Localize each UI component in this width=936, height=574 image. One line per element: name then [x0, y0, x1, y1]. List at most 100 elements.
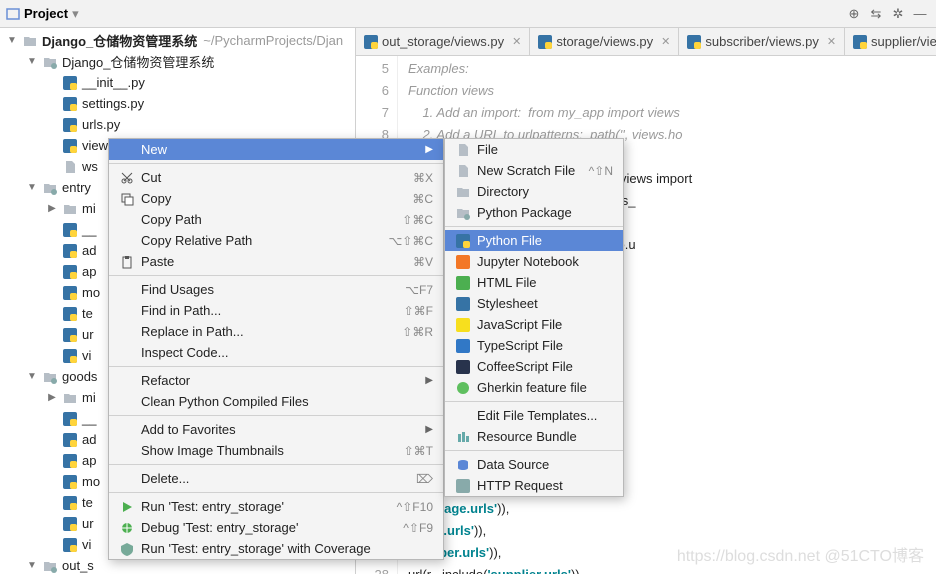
blank-icon — [119, 345, 135, 361]
menu-item[interactable]: Python File — [445, 230, 623, 251]
tree-row[interactable]: ▼ Django_仓储物资管理系统 ~/PycharmProjects/Djan — [0, 30, 355, 51]
hide-icon[interactable]: — — [910, 4, 930, 24]
expander-icon[interactable]: ▼ — [26, 560, 38, 571]
py-icon — [62, 285, 78, 301]
editor-tab[interactable]: storage/views.py ✕ — [530, 28, 679, 55]
context-menu[interactable]: New ▶ Cut ⌘X Copy ⌘C Copy Path ⇧⌘C Copy … — [108, 138, 444, 560]
tree-label: entry — [62, 180, 91, 195]
py-icon — [62, 222, 78, 238]
dir-icon — [455, 184, 471, 200]
python-icon — [853, 35, 867, 49]
menu-item[interactable]: Clean Python Compiled Files — [109, 391, 443, 412]
menu-item[interactable]: HTTP Request — [445, 475, 623, 496]
expander-icon[interactable]: ▶ — [46, 203, 58, 214]
expander-icon[interactable]: ▼ — [26, 56, 38, 67]
db-icon — [455, 457, 471, 473]
blank-icon — [119, 471, 135, 487]
menu-item[interactable]: Add to Favorites ▶ — [109, 419, 443, 440]
menu-item[interactable]: Python Package — [445, 202, 623, 223]
menu-item[interactable]: Copy Relative Path ⌥⇧⌘C — [109, 230, 443, 251]
menu-item[interactable]: TypeScript File — [445, 335, 623, 356]
menu-item[interactable]: CoffeeScript File — [445, 356, 623, 377]
submenu-icon: ▶ — [425, 375, 433, 386]
py-icon — [62, 264, 78, 280]
blank-icon — [119, 443, 135, 459]
gear-icon[interactable]: ✲ — [888, 4, 908, 24]
menu-item[interactable]: Delete... ⌦ — [109, 468, 443, 489]
tree-label: ap — [82, 264, 96, 279]
menu-item[interactable]: Gherkin feature file — [445, 377, 623, 398]
menu-label: JavaScript File — [477, 317, 613, 332]
menu-item[interactable]: Resource Bundle — [445, 426, 623, 447]
menu-item[interactable]: Refactor ▶ — [109, 370, 443, 391]
tree-label: ad — [82, 432, 96, 447]
menu-item[interactable]: Run 'Test: entry_storage' ^⇧F10 — [109, 496, 443, 517]
tree-row[interactable]: settings.py — [0, 93, 355, 114]
blank-icon — [119, 212, 135, 228]
menu-item[interactable]: HTML File — [445, 272, 623, 293]
py-icon — [62, 75, 78, 91]
shortcut: ⇧⌘R — [402, 325, 433, 339]
menu-item[interactable]: Run 'Test: entry_storage' with Coverage — [109, 538, 443, 559]
py-icon — [62, 495, 78, 511]
menu-item[interactable]: Data Source — [445, 454, 623, 475]
separator — [109, 163, 443, 164]
tree-row[interactable]: ▼ Django_仓储物资管理系统 — [0, 51, 355, 72]
jup-icon — [455, 254, 471, 270]
pkg-icon — [42, 369, 58, 385]
separator — [109, 275, 443, 276]
editor-tab[interactable]: supplier/views.py ✕ — [845, 28, 936, 55]
close-icon[interactable]: ✕ — [661, 35, 670, 48]
menu-item[interactable]: New Scratch File ^⇧N — [445, 160, 623, 181]
menu-item[interactable]: Paste ⌘V — [109, 251, 443, 272]
shortcut: ^⇧F10 — [397, 500, 433, 514]
close-icon[interactable]: ✕ — [827, 35, 836, 48]
tree-label: mo — [82, 285, 100, 300]
shortcut: ⌘X — [413, 171, 433, 185]
tree-label: goods — [62, 369, 97, 384]
file-icon — [62, 159, 78, 175]
menu-item[interactable]: Directory — [445, 181, 623, 202]
tree-row[interactable]: urls.py — [0, 114, 355, 135]
menu-item[interactable]: Cut ⌘X — [109, 167, 443, 188]
menu-label: Show Image Thumbnails — [141, 443, 404, 458]
tree-label: te — [82, 495, 93, 510]
menu-label: Clean Python Compiled Files — [141, 394, 433, 409]
expander-icon[interactable]: ▼ — [26, 182, 38, 193]
menu-item[interactable]: Stylesheet — [445, 293, 623, 314]
separator — [109, 415, 443, 416]
menu-item[interactable]: Show Image Thumbnails ⇧⌘T — [109, 440, 443, 461]
dropdown-icon[interactable]: ▾ — [72, 6, 79, 22]
file-icon — [455, 142, 471, 158]
menu-item[interactable]: Find in Path... ⇧⌘F — [109, 300, 443, 321]
collapse-icon[interactable]: ⇆ — [866, 4, 886, 24]
tree-label: out_s — [62, 558, 94, 573]
menu-item[interactable]: Inspect Code... — [109, 342, 443, 363]
menu-item[interactable]: Find Usages ⌥F7 — [109, 279, 443, 300]
tree-label: urls.py — [82, 117, 120, 132]
menu-item[interactable]: Jupyter Notebook — [445, 251, 623, 272]
menu-item[interactable]: Edit File Templates... — [445, 405, 623, 426]
tree-row[interactable]: __init__.py — [0, 72, 355, 93]
expander-icon[interactable]: ▼ — [26, 371, 38, 382]
menu-item[interactable]: Replace in Path... ⇧⌘R — [109, 321, 443, 342]
menu-item[interactable]: Debug 'Test: entry_storage' ^⇧F9 — [109, 517, 443, 538]
menu-item[interactable]: New ▶ — [109, 139, 443, 160]
editor-tab[interactable]: out_storage/views.py ✕ — [356, 28, 530, 55]
close-icon[interactable]: ✕ — [512, 35, 521, 48]
expander-icon[interactable]: ▶ — [46, 392, 58, 403]
editor-tab[interactable]: subscriber/views.py ✕ — [679, 28, 845, 55]
menu-item[interactable]: File — [445, 139, 623, 160]
submenu-icon: ▶ — [425, 424, 433, 435]
tree-label: vi — [82, 537, 91, 552]
menu-item[interactable]: Copy ⌘C — [109, 188, 443, 209]
tab-label: subscriber/views.py — [705, 34, 818, 49]
menu-item[interactable]: JavaScript File — [445, 314, 623, 335]
menu-item[interactable]: Copy Path ⇧⌘C — [109, 209, 443, 230]
target-icon[interactable]: ⊕ — [844, 4, 864, 24]
new-submenu[interactable]: File New Scratch File ^⇧N Directory Pyth… — [444, 138, 624, 497]
pkg-icon — [42, 54, 58, 70]
expander-icon[interactable]: ▼ — [6, 35, 18, 46]
python-icon — [364, 35, 378, 49]
separator — [109, 492, 443, 493]
